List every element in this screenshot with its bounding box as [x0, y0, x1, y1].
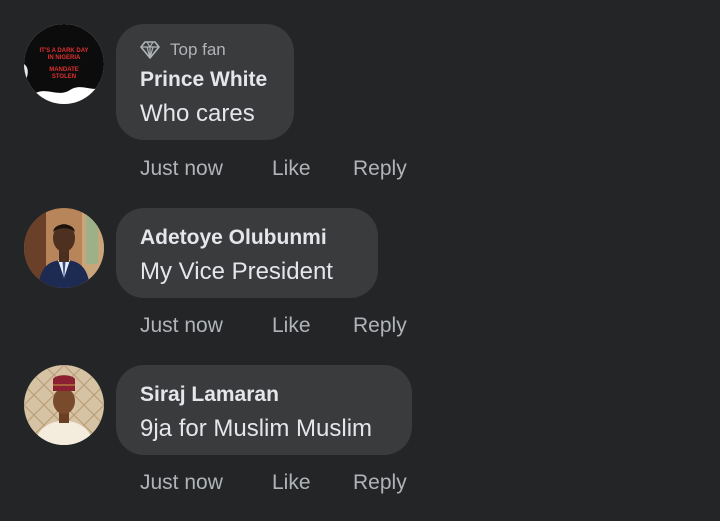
like-button[interactable]: Like: [272, 157, 353, 181]
avatar-text-line-2: IN NIGERIA: [48, 55, 81, 61]
avatar[interactable]: [24, 208, 104, 288]
comment-author[interactable]: Prince White: [140, 68, 267, 92]
comment-author[interactable]: Siraj Lamaran: [140, 383, 279, 407]
avatar[interactable]: IT'S A DARK DAY IN NIGERIA MANDATE STOLE…: [24, 24, 104, 104]
avatar-image: [24, 365, 104, 445]
avatar-text-line-3: MANDATE: [49, 67, 79, 73]
comment-bubble: Siraj Lamaran 9ja for Muslim Muslim: [116, 365, 412, 455]
top-fan-label: Top fan: [170, 40, 226, 59]
avatar-image: [24, 208, 104, 288]
comment-actions: Just now Like Reply: [140, 471, 407, 495]
comment-bubble: Adetoye Olubunmi My Vice President: [116, 208, 378, 298]
comment-bubble: Top fan Prince White Who cares: [116, 24, 294, 140]
comment-timestamp[interactable]: Just now: [140, 157, 272, 181]
reply-button[interactable]: Reply: [353, 314, 407, 338]
comment-text: Who cares: [140, 100, 255, 127]
comment-text: My Vice President: [140, 258, 333, 285]
avatar-image: IT'S A DARK DAY IN NIGERIA MANDATE STOLE…: [24, 24, 104, 104]
top-fan-badge: Top fan: [140, 40, 226, 60]
reply-button[interactable]: Reply: [353, 157, 407, 181]
avatar-text-line-4: STOLEN: [52, 74, 76, 80]
comment-author[interactable]: Adetoye Olubunmi: [140, 226, 327, 250]
comment-timestamp[interactable]: Just now: [140, 471, 272, 495]
like-button[interactable]: Like: [272, 471, 353, 495]
reply-button[interactable]: Reply: [353, 471, 407, 495]
avatar-text-line-1: IT'S A DARK DAY: [39, 48, 88, 54]
comment-actions: Just now Like Reply: [140, 157, 407, 181]
comment-timestamp[interactable]: Just now: [140, 314, 272, 338]
comment-text: 9ja for Muslim Muslim: [140, 415, 373, 442]
avatar[interactable]: [24, 365, 104, 445]
comment-actions: Just now Like Reply: [140, 314, 407, 338]
like-button[interactable]: Like: [272, 314, 353, 338]
diamond-icon: [140, 41, 160, 59]
